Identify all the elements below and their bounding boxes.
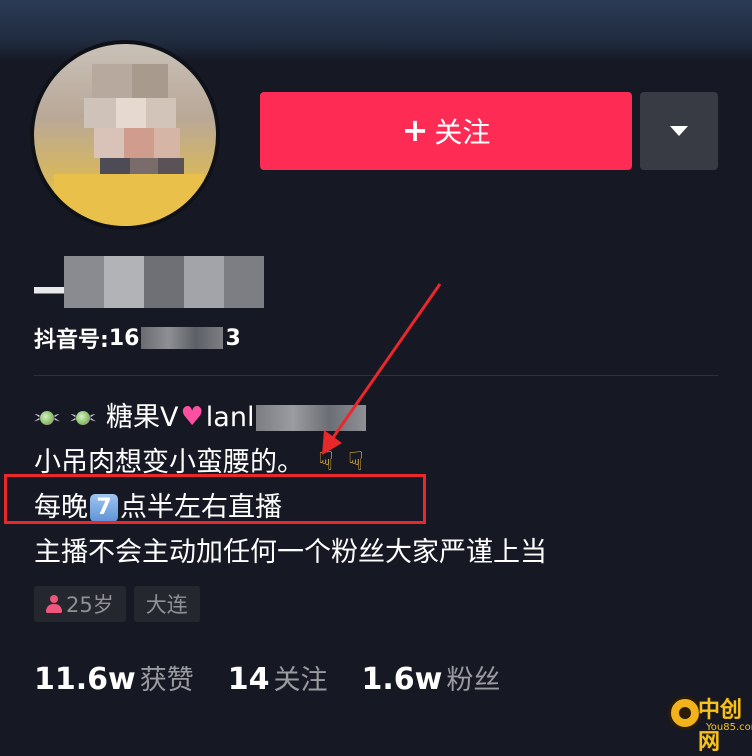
bio-line-4: 主播不会主动加任何一个粉丝大家严谨上当 xyxy=(34,530,547,575)
douyin-id-prefix: 16 xyxy=(108,325,140,351)
douyin-id-label: 抖音号: xyxy=(34,328,109,353)
age-tag-label: 25岁 xyxy=(66,593,114,617)
candy-icon xyxy=(34,407,60,429)
douyin-id: 抖音号: 16 3 xyxy=(34,322,241,354)
stat-following-value: 14 xyxy=(227,662,270,697)
plus-icon: + xyxy=(401,111,429,149)
bio-name-blurred xyxy=(256,404,367,431)
stat-followers-label: 粉丝 xyxy=(446,665,501,696)
female-icon xyxy=(46,595,62,613)
douyin-id-suffix: 3 xyxy=(225,325,241,351)
more-options-button[interactable] xyxy=(640,92,718,170)
city-tag-label: 大连 xyxy=(145,593,188,617)
stat-likes-label: 获赞 xyxy=(139,665,194,696)
profile-tags: 25岁 大连 xyxy=(34,586,200,622)
watermark-subtext: You85.com xyxy=(706,722,752,733)
douyin-id-blurred xyxy=(141,327,224,349)
nickname-pixelated xyxy=(34,256,274,308)
watermark-logo: 中创网 You85.com xyxy=(668,686,752,755)
heart-icon: ♥ xyxy=(180,402,204,432)
age-tag: 25岁 xyxy=(34,586,126,622)
stat-following-label: 关注 xyxy=(273,665,328,696)
city-tag: 大连 xyxy=(133,586,200,622)
bio-line-4-text: 主播不会主动加任何一个粉丝大家严谨上当 xyxy=(34,537,547,568)
bio-line-1: 糖果V ♥ lanl xyxy=(34,395,547,440)
film-reel-icon xyxy=(668,696,702,730)
bio-name-partial: lanl xyxy=(205,402,255,433)
avatar-image-pixelated xyxy=(34,44,216,226)
stat-likes-value: 11.6w xyxy=(34,662,136,697)
stat-followers[interactable]: 1.6w 粉丝 xyxy=(361,658,500,697)
stat-followers-value: 1.6w xyxy=(361,662,443,697)
stat-likes[interactable]: 11.6w 获赞 xyxy=(34,658,194,697)
candy-icon xyxy=(70,407,96,429)
annotation-highlight-box xyxy=(4,474,426,524)
bio-line-1-text: 糖果V xyxy=(106,402,179,433)
follow-button-label: 关注 xyxy=(434,116,491,149)
caret-down-icon xyxy=(670,126,688,136)
divider xyxy=(34,375,718,376)
follow-button[interactable]: + 关注 xyxy=(260,92,632,170)
profile-stats: 11.6w 获赞 14 关注 1.6w 粉丝 xyxy=(34,658,500,697)
stat-following[interactable]: 14 关注 xyxy=(228,658,328,697)
avatar[interactable] xyxy=(30,40,220,230)
